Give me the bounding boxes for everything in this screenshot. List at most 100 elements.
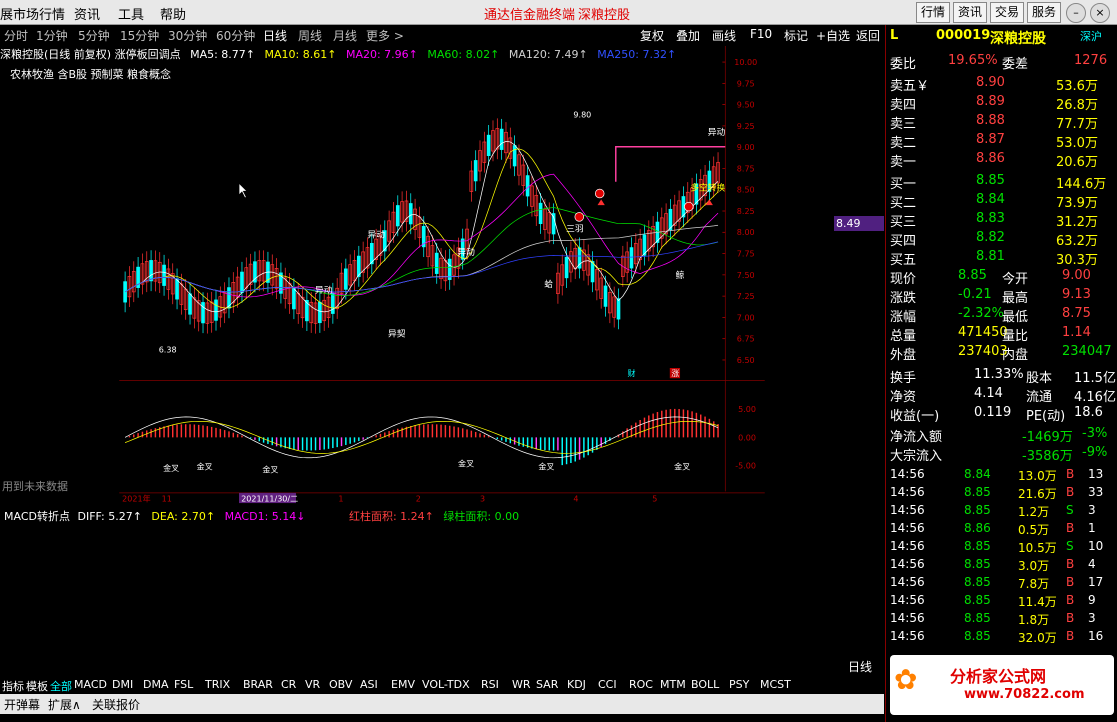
x-tick-label: 3	[480, 495, 485, 504]
draw-button[interactable]: 画线	[712, 27, 736, 44]
sell-price: 8.86	[976, 151, 1005, 166]
trade-button[interactable]: 交易	[990, 2, 1024, 23]
back-button[interactable]: 返回	[856, 27, 880, 44]
candle-body	[188, 293, 192, 315]
stat-value: 471450	[958, 325, 1008, 340]
stat-label: 总量	[890, 329, 917, 344]
candle-body	[629, 247, 634, 269]
indicator-tab[interactable]: BRAR	[243, 678, 273, 691]
x-tick-label: 4	[573, 495, 578, 504]
add-watch-button[interactable]: +自选	[816, 27, 850, 44]
kline-chart[interactable]: 10.009.759.509.259.008.758.508.258.007.7…	[0, 46, 884, 506]
sell-level-label: 卖四	[890, 98, 917, 113]
indicator-tab[interactable]: VR	[305, 678, 320, 691]
sell-volume: 53.0万	[1056, 136, 1098, 151]
danmu-button[interactable]: 开弹幕	[4, 696, 40, 713]
buy-volume: 30.3万	[1056, 253, 1098, 268]
f10-button[interactable]: F10	[750, 27, 772, 41]
tick-direction: B	[1066, 593, 1075, 607]
menu-tools[interactable]: 工具	[118, 4, 144, 23]
period-60min[interactable]: 60分钟	[216, 27, 255, 44]
period-weekly[interactable]: 周线	[298, 27, 322, 44]
news-button[interactable]: 资讯	[953, 2, 987, 23]
related-quote-button[interactable]: 关联报价	[92, 696, 140, 713]
indicator-tab[interactable]: VOL-TDX	[422, 678, 470, 691]
golden-cross-label: 金叉	[262, 464, 278, 474]
indicator-tab[interactable]: DMI	[112, 678, 133, 691]
green-area-label: 绿柱面积: 0.00	[443, 510, 520, 523]
flower-icon: ✿	[894, 663, 918, 696]
period-daily[interactable]: 日线	[263, 27, 287, 44]
candle-body	[214, 299, 218, 321]
menu-market[interactable]: 展市场行情	[0, 4, 65, 23]
limit-badge: 涨	[671, 368, 679, 378]
sell-price: 8.90	[976, 75, 1005, 90]
indicator-tab[interactable]: EMV	[391, 678, 415, 691]
indicator-tab[interactable]: RSI	[481, 678, 499, 691]
period-1min[interactable]: 1分钟	[36, 27, 68, 44]
candle-body	[395, 205, 400, 227]
indicator-tab[interactable]: 指标	[2, 678, 24, 694]
overlay-button[interactable]: 叠加	[676, 27, 700, 44]
indicator-tab[interactable]: OBV	[329, 678, 352, 691]
golden-cross-label: 金叉	[163, 463, 179, 473]
sell-level-label: 卖二	[890, 136, 917, 151]
concept-tags[interactable]: 农林牧渔 含B股 预制菜 粮食概念	[10, 66, 171, 82]
indicator-tab[interactable]: BOLL	[691, 678, 719, 691]
period-monthly[interactable]: 月线	[333, 27, 357, 44]
golden-cross-label: 金叉	[458, 459, 474, 469]
ma5-label: MA5: 8.77↑	[190, 48, 256, 61]
indicator-tab[interactable]: CCI	[598, 678, 617, 691]
indicator-tab[interactable]: MACD	[74, 678, 107, 691]
stat-label: 股本	[1026, 371, 1053, 386]
indicator-tab[interactable]: ASI	[360, 678, 378, 691]
adjust-button[interactable]: 复权	[640, 27, 664, 44]
period-5min[interactable]: 5分钟	[78, 27, 110, 44]
stat-label: PE(动)	[1026, 409, 1066, 424]
indicator-tab[interactable]: FSL	[174, 678, 193, 691]
sell-row: 卖四 8.89 26.8万	[886, 93, 1117, 113]
quote-button[interactable]: 行情	[916, 2, 950, 23]
tick-row: 14:56 8.85 1.8万 B 3	[886, 610, 1117, 628]
tick-direction: S	[1066, 539, 1074, 553]
buy-price: 8.82	[976, 230, 1005, 245]
indicator-tab[interactable]: WR	[512, 678, 531, 691]
indicator-tab[interactable]: PSY	[729, 678, 749, 691]
indicator-tab[interactable]: KDJ	[567, 678, 586, 691]
ma10-line	[124, 148, 719, 309]
y-tick-label: 6.50	[737, 356, 755, 365]
indicator-tab[interactable]: DMA	[143, 678, 169, 691]
indicator-tab[interactable]: CR	[281, 678, 296, 691]
tick-price: 8.85	[964, 593, 991, 607]
indicator-tab[interactable]: MTM	[660, 678, 686, 691]
signal-marker-icon	[594, 188, 605, 199]
service-button[interactable]: 服务	[1027, 2, 1061, 23]
period-more[interactable]: 更多 >	[366, 27, 404, 44]
menu-news[interactable]: 资讯	[74, 4, 100, 23]
stat-label: 内盘	[1002, 348, 1029, 363]
close-icon[interactable]: ×	[1090, 3, 1110, 23]
stat-value: 8.85	[958, 268, 987, 283]
indicator-tab[interactable]: MCST	[760, 678, 791, 691]
sell-volume: 20.6万	[1056, 155, 1098, 170]
expand-button[interactable]: 扩展∧	[48, 696, 81, 713]
indicator-tab[interactable]: 模板	[26, 678, 48, 694]
period-tick[interactable]: 分时	[4, 27, 28, 44]
indicator-tab[interactable]: 全部	[50, 678, 72, 694]
period-30min[interactable]: 30分钟	[168, 27, 207, 44]
candle-body	[499, 128, 504, 150]
mark-button[interactable]: 标记	[784, 27, 808, 44]
ma120-line	[124, 224, 719, 293]
indicator-tab[interactable]: TRIX	[205, 678, 230, 691]
buy-row: 买四 8.82 63.2万	[886, 229, 1117, 249]
minimize-icon[interactable]: –	[1066, 3, 1086, 23]
sell-volume: 26.8万	[1056, 98, 1098, 113]
menu-help[interactable]: 帮助	[160, 4, 186, 23]
period-15min[interactable]: 15分钟	[120, 27, 159, 44]
tick-time: 14:56	[890, 503, 925, 517]
indicator-tab[interactable]: ROC	[629, 678, 653, 691]
tick-count: 1	[1088, 521, 1096, 535]
watermark-text: 分析家公式网	[950, 667, 1047, 686]
indicator-tab[interactable]: SAR	[536, 678, 558, 691]
tick-direction: B	[1066, 521, 1075, 535]
